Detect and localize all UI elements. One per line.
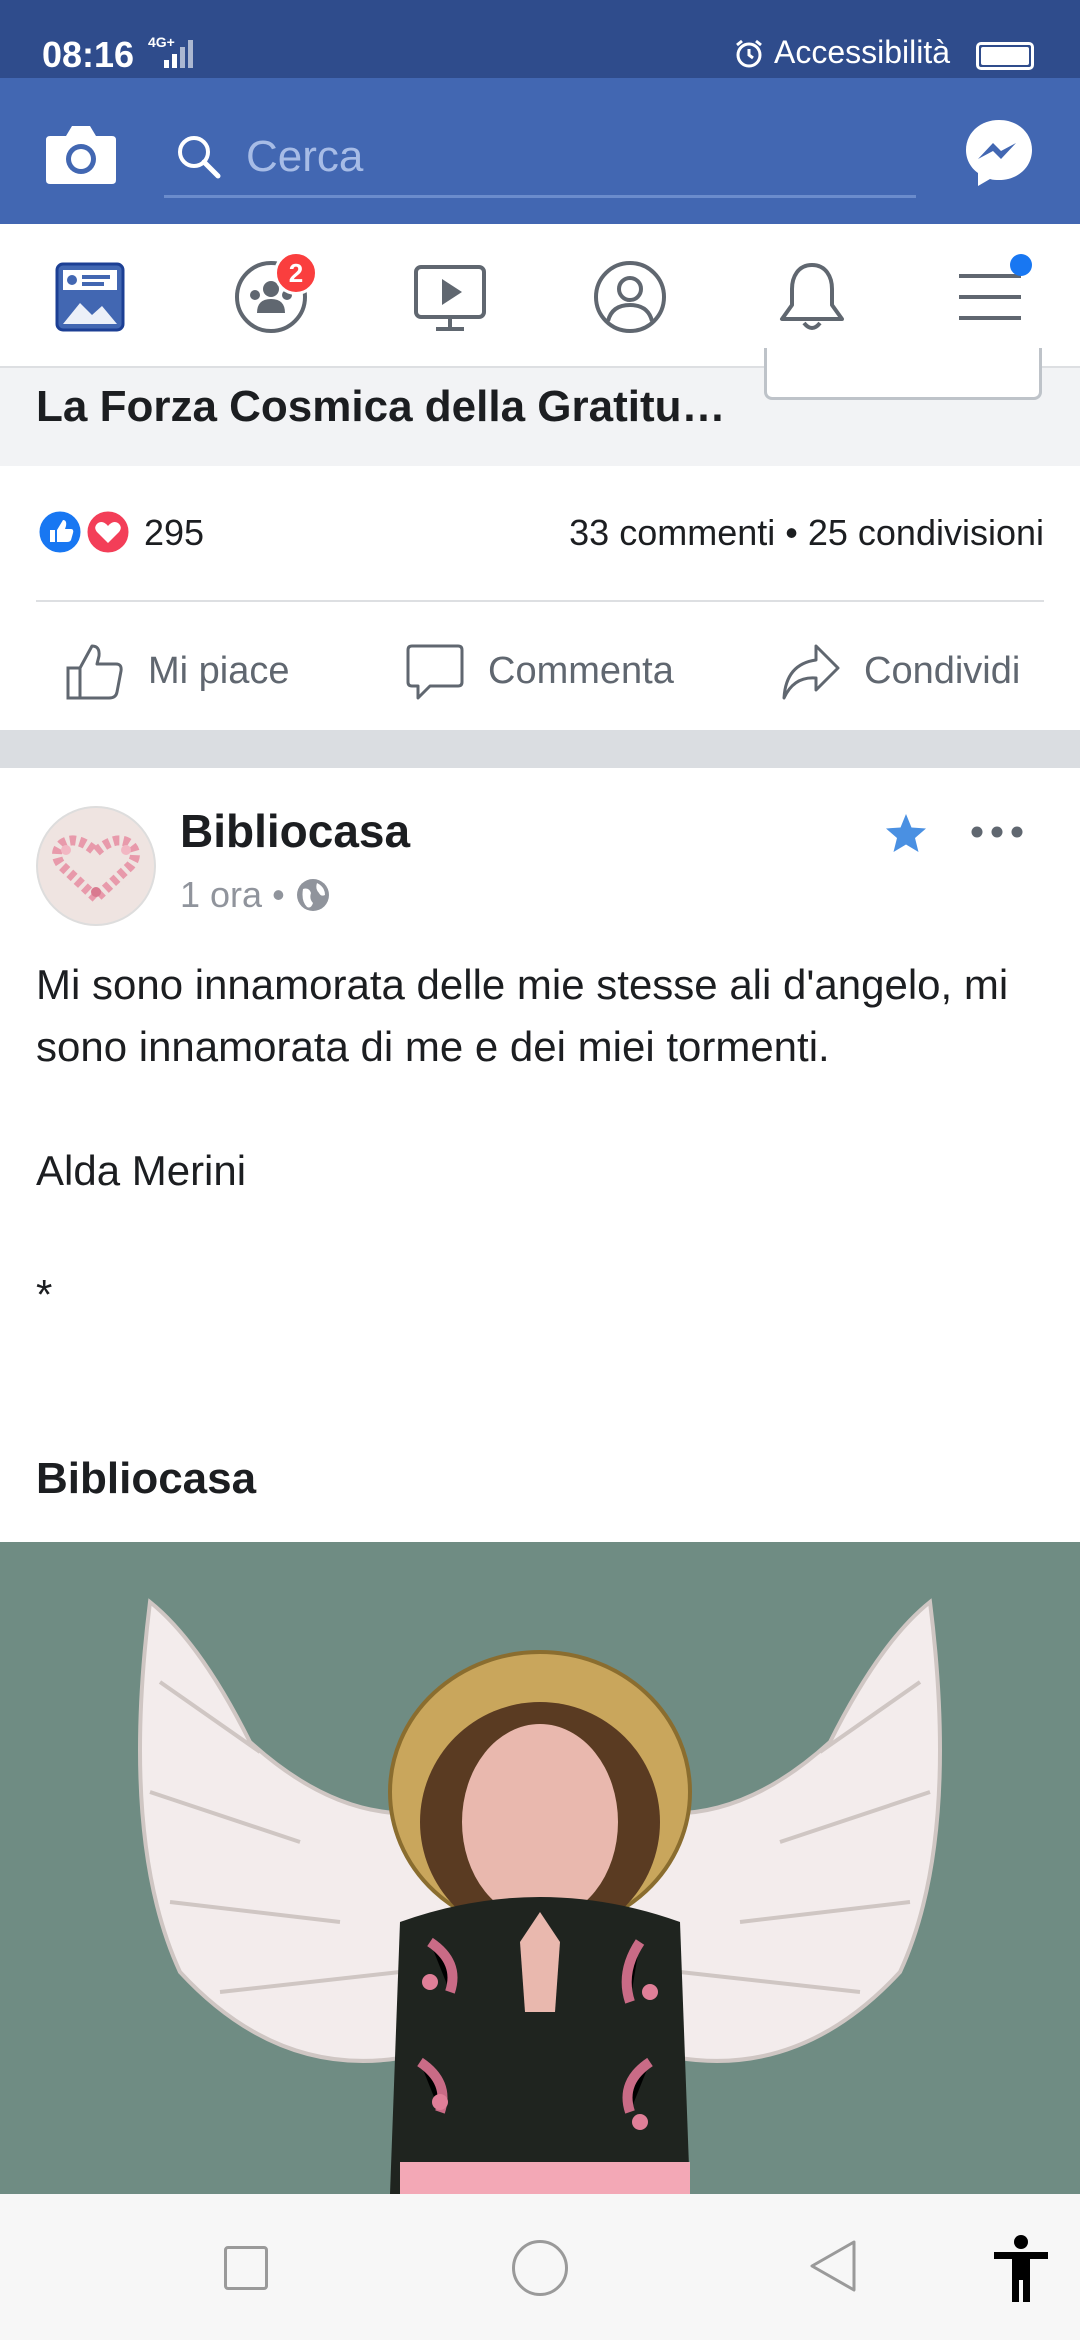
tab-bar: 2 [0, 224, 1080, 368]
app-header: Cerca [0, 78, 1080, 224]
accessibility-status: Accessibilità [774, 34, 951, 70]
share-label: Condividi [864, 649, 1021, 692]
back-icon[interactable] [808, 2238, 858, 2294]
tab-notifications[interactable] [767, 252, 857, 342]
system-nav-bar [0, 2194, 1080, 2340]
watch-icon [414, 265, 486, 331]
alarm-icon [736, 39, 762, 68]
search-input[interactable]: Cerca [164, 116, 916, 198]
post-line: Alda Merini [36, 1147, 247, 1194]
menu-icon [959, 274, 1021, 320]
status-bar: 08:16 4G+ Accessibilità [0, 0, 1080, 78]
post-body: Mi sono innamorata delle mie stesse ali … [36, 954, 1046, 1326]
profile-icon [594, 261, 666, 333]
tab-profile[interactable] [585, 252, 675, 342]
more-options-icon[interactable] [970, 820, 1024, 844]
recent-apps-button[interactable] [224, 2246, 268, 2290]
messenger-icon[interactable] [962, 116, 1036, 190]
like-icon [66, 644, 123, 700]
post-line: Mi sono innamorata delle mie stesse ali … [36, 961, 1009, 1070]
home-button[interactable] [512, 2240, 568, 2296]
search-placeholder: Cerca [246, 132, 364, 181]
news-feed-icon [55, 262, 125, 332]
feed-post: Bibliocasa 1 ora • Mi sono innamorata de… [0, 768, 1080, 2194]
menu-notification-dot [1010, 254, 1032, 276]
signal-icon [164, 40, 193, 68]
battery-icon [976, 42, 1034, 70]
bell-icon [780, 263, 844, 330]
accessibility-icon[interactable] [990, 2234, 1052, 2304]
comment-label: Commenta [488, 649, 674, 692]
share-icon [782, 644, 840, 700]
comment-share-stats[interactable]: 33 commenti • 25 condivisioni [569, 512, 1044, 554]
groups-badge: 2 [274, 251, 318, 295]
link-preview[interactable]: La Forza Cosmica della Gratitu… [0, 348, 1080, 466]
meta-separator: • [272, 874, 285, 915]
post-engagement: 295 33 commenti • 25 condivisioni Mi pia… [0, 466, 1080, 730]
post-time[interactable]: 1 ora [180, 874, 262, 916]
status-time: 08:16 [42, 34, 135, 75]
reactions-icon[interactable] [36, 506, 136, 558]
like-button[interactable]: Mi piace [64, 636, 290, 706]
link-preview-title: La Forza Cosmica della Gratitu… [36, 382, 726, 431]
share-button[interactable]: Condividi [780, 636, 1020, 706]
avatar[interactable] [36, 806, 156, 926]
post-line [36, 1078, 1046, 1140]
star-icon[interactable] [884, 812, 928, 856]
camera-icon[interactable] [44, 120, 118, 186]
post-author[interactable]: Bibliocasa [180, 804, 410, 858]
post-signature: Bibliocasa [36, 1454, 257, 1503]
link-preview-button[interactable] [764, 348, 1042, 400]
feed-separator [0, 730, 1080, 768]
like-label: Mi piace [148, 649, 290, 692]
post-meta: 1 ora • [180, 874, 331, 916]
reaction-count[interactable]: 295 [144, 512, 204, 554]
globe-icon [296, 879, 329, 911]
comment-icon [406, 644, 464, 700]
comment-button[interactable]: Commenta [404, 636, 674, 706]
post-photo[interactable] [0, 1542, 1080, 2194]
tab-news-feed[interactable] [45, 252, 135, 342]
post-line [36, 1202, 1046, 1264]
divider [36, 600, 1044, 602]
search-icon [178, 136, 221, 179]
post-line: * [36, 1271, 53, 1318]
tab-watch[interactable] [405, 252, 495, 342]
